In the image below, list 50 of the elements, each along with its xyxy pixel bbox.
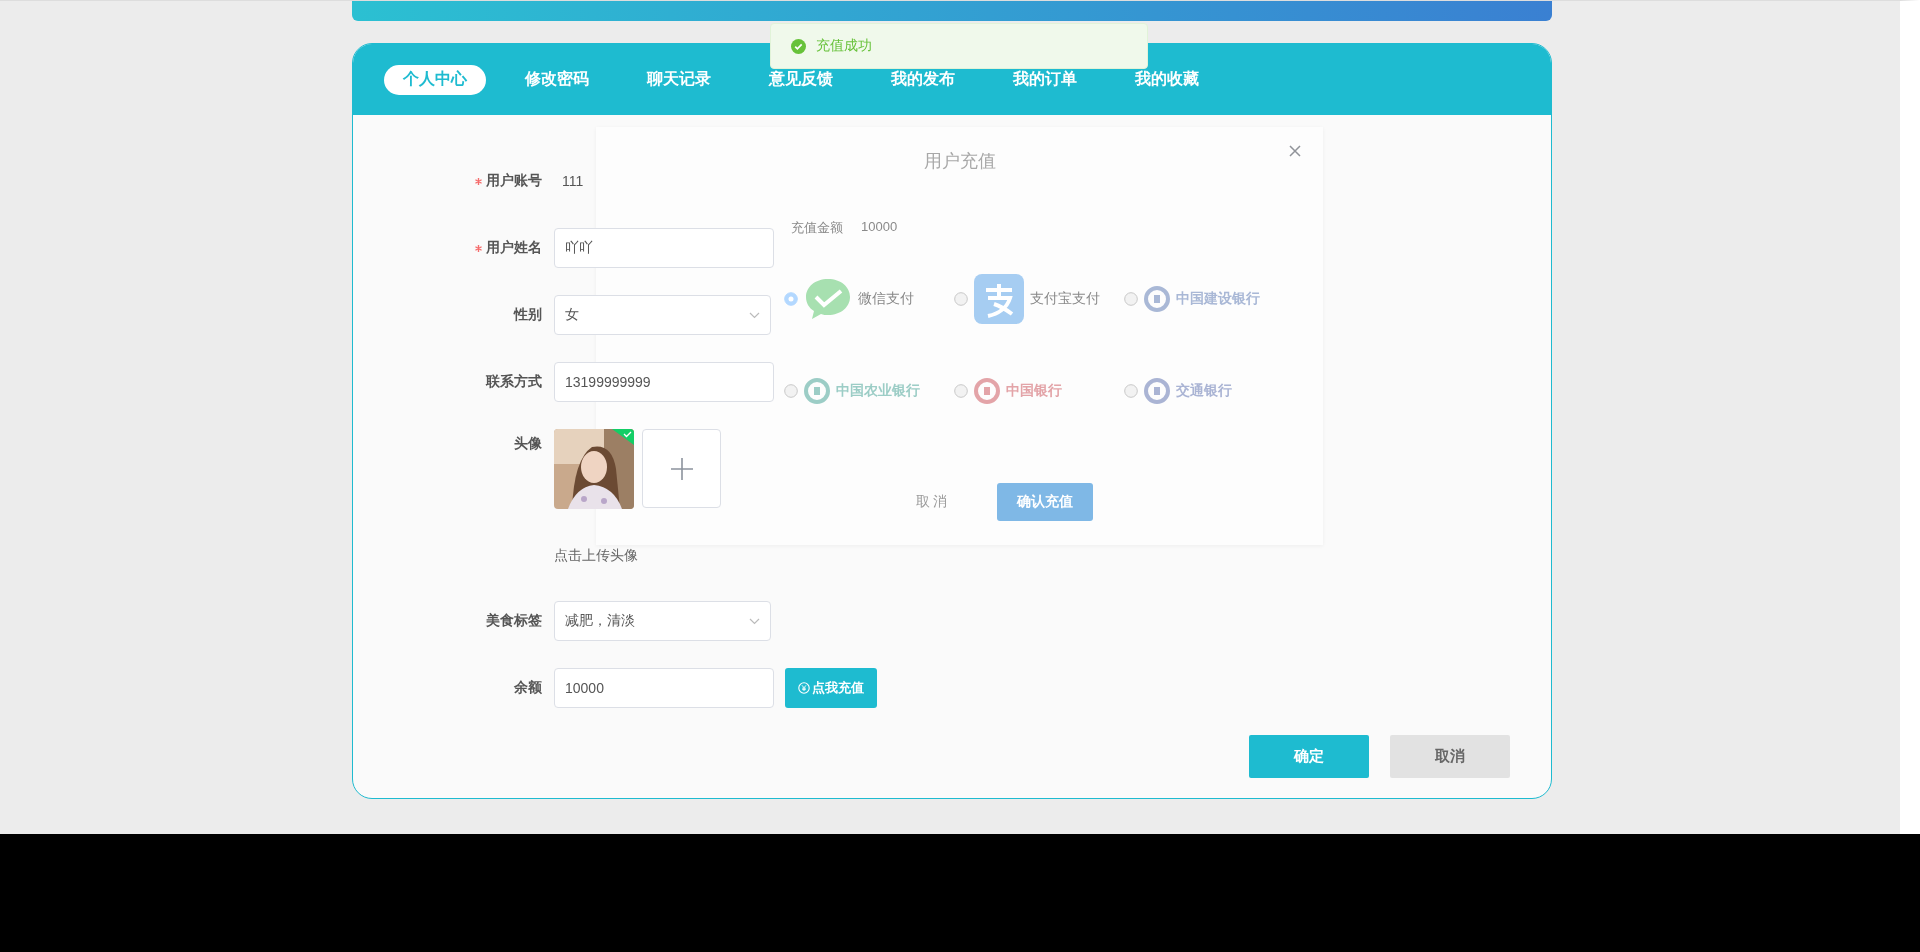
amount-value: 10000 <box>861 219 898 236</box>
field-value: 111 <box>561 173 584 189</box>
select-field[interactable]: 女 <box>554 295 771 335</box>
upload-hint: 点击上传头像 <box>554 547 639 565</box>
input-field[interactable]: 吖吖 <box>554 228 774 268</box>
payment-label: 支付宝支付 <box>1030 290 1100 308</box>
radio-button[interactable] <box>784 292 798 306</box>
radio-button[interactable] <box>1124 384 1138 398</box>
nav-tab[interactable]: 个人中心 <box>384 64 486 95</box>
chat-check-icon <box>804 277 852 321</box>
upload-button[interactable] <box>642 429 721 508</box>
nav-tab[interactable]: 我的订单 <box>994 64 1096 95</box>
select-field[interactable]: 减肥，清淡 <box>554 601 771 641</box>
chevron-down-icon <box>749 311 760 319</box>
field-label: 用户姓名 <box>486 239 542 257</box>
bank-name: 中国农业银行 <box>836 382 920 400</box>
radio-button[interactable] <box>1124 292 1138 306</box>
nav-tab[interactable]: 意见反馈 <box>750 64 852 95</box>
field-label: 头像 <box>514 435 542 453</box>
field-label: 性别 <box>514 306 542 324</box>
confirm-button[interactable]: 确定 <box>1249 735 1369 778</box>
chevron-down-icon <box>749 617 760 625</box>
nav-tab[interactable]: 我的发布 <box>872 64 974 95</box>
payment-label: 微信支付 <box>858 290 914 308</box>
nav-tab[interactable]: 聊天记录 <box>628 64 730 95</box>
bank-name: 中国银行 <box>1006 382 1062 400</box>
nav-tab[interactable]: 我的收藏 <box>1116 64 1218 95</box>
toast-message: 充值成功 <box>816 37 872 55</box>
field-label: 用户账号 <box>486 172 542 190</box>
coin-icon <box>798 682 810 694</box>
amount-label: 充值金额 <box>791 219 843 237</box>
nav-tab[interactable]: 修改密码 <box>506 64 608 95</box>
dialog-title: 用户充值 <box>923 150 996 173</box>
radio-button[interactable] <box>954 384 968 398</box>
cancel-button[interactable]: 取消 <box>1390 735 1510 778</box>
pay-app-icon <box>974 274 1024 324</box>
radio-button[interactable] <box>784 384 798 398</box>
bank-name: 交通银行 <box>1176 382 1232 400</box>
input-field[interactable]: 13199999999 <box>554 362 774 402</box>
cancel-button[interactable]: 取 消 <box>895 483 968 521</box>
input-field[interactable]: 10000 <box>554 668 774 708</box>
field-label: 余额 <box>514 679 542 697</box>
close-icon[interactable] <box>1289 145 1301 157</box>
bank-name: 中国建设银行 <box>1176 290 1260 308</box>
field-label: 美食标签 <box>486 612 542 630</box>
field-label: 联系方式 <box>486 373 542 391</box>
confirm-recharge-button[interactable]: 确认充值 <box>997 483 1094 521</box>
radio-button[interactable] <box>954 292 968 306</box>
recharge-button[interactable]: 点我充值 <box>785 668 877 708</box>
plus-icon <box>670 457 693 480</box>
